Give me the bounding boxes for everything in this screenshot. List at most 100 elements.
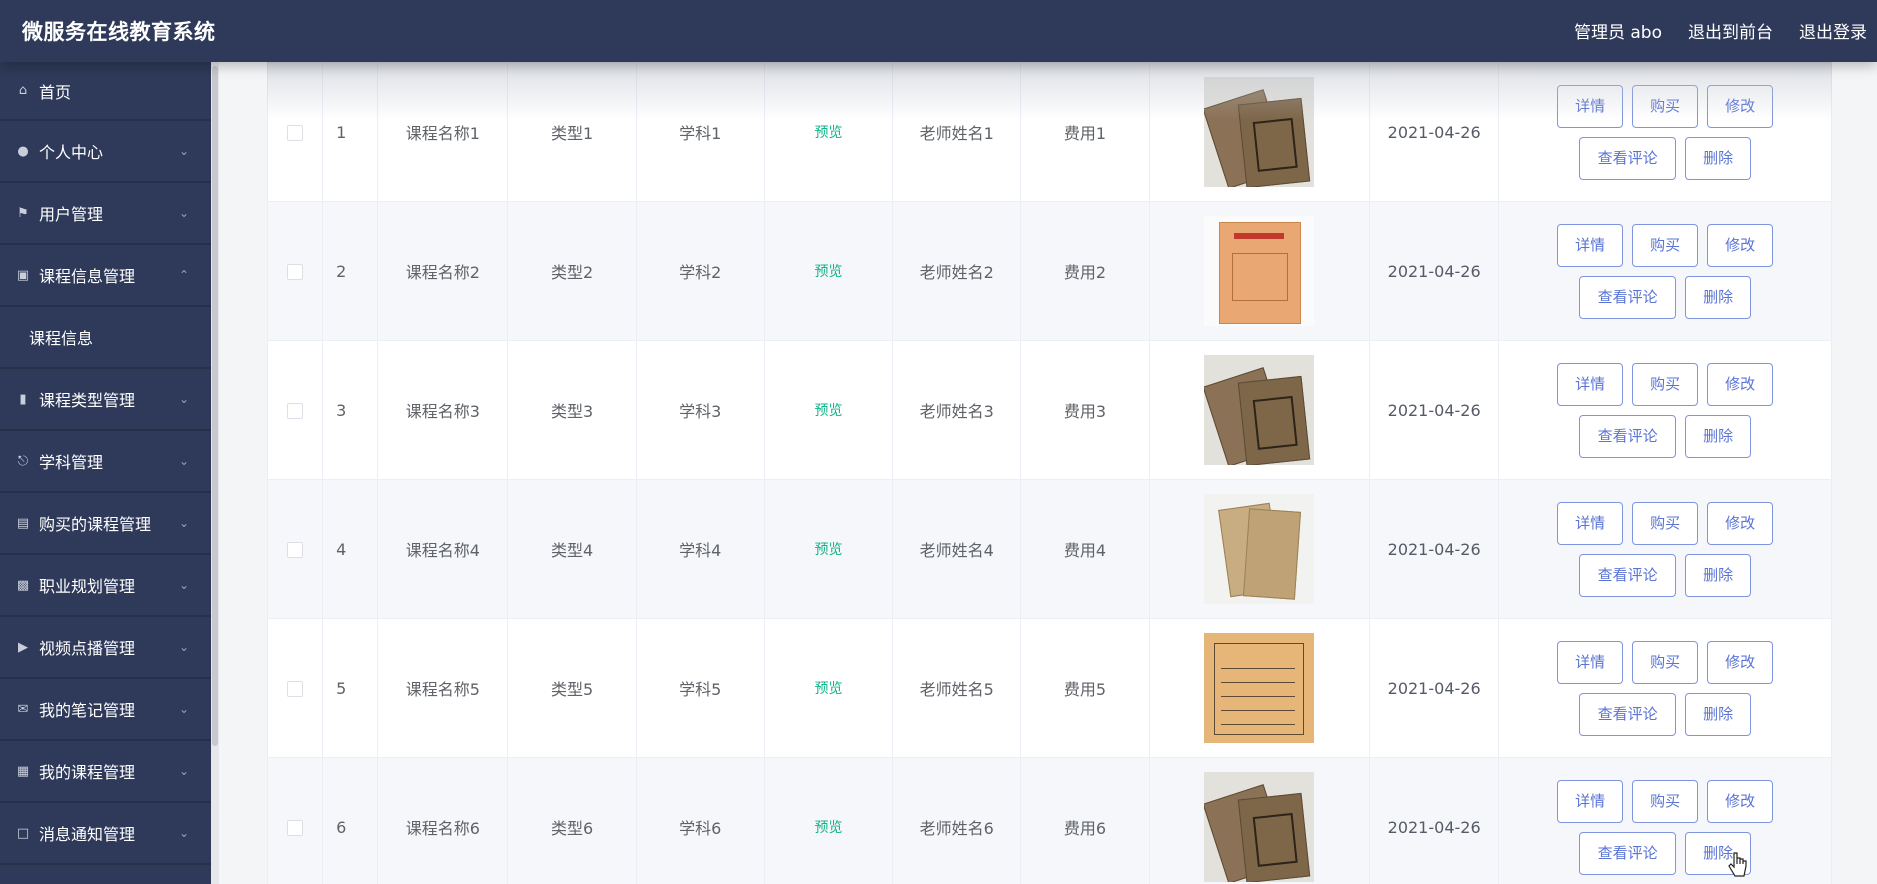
top-actions: 管理员 abo 退出到前台 退出登录: [1574, 18, 1867, 43]
cover-cell: [1148, 340, 1371, 480]
edit-button[interactable]: 修改: [1707, 362, 1774, 406]
date-cell: 2021-04-26: [1369, 757, 1500, 884]
edit-button[interactable]: 修改: [1707, 779, 1774, 823]
goto-frontend-link[interactable]: 退出到前台: [1688, 18, 1773, 43]
operations-cell: 详情 购买 修改 查看评论 删除: [1498, 618, 1832, 758]
view-comments-button[interactable]: 查看评论: [1579, 553, 1677, 597]
row-checkbox[interactable]: [287, 542, 304, 558]
video-icon: ▶: [18, 639, 28, 655]
edit-button[interactable]: 修改: [1707, 223, 1774, 267]
home-icon: ⌂: [18, 83, 28, 98]
delete-button[interactable]: 删除: [1685, 414, 1752, 458]
buy-button[interactable]: 购买: [1632, 223, 1699, 267]
sidebar-scrollbar-thumb[interactable]: [212, 66, 218, 746]
view-comments-button[interactable]: 查看评论: [1579, 136, 1677, 180]
logout-link[interactable]: 退出登录: [1799, 18, 1867, 43]
cover-cell: [1148, 757, 1371, 884]
app-title: 微服务在线教育系统: [22, 20, 216, 44]
preview-link[interactable]: 预览: [815, 264, 843, 280]
detail-button[interactable]: 详情: [1557, 223, 1624, 267]
preview-cell: 预览: [763, 62, 894, 202]
preview-link[interactable]: 预览: [815, 542, 843, 558]
subject-cell: 学科6: [635, 757, 765, 884]
operations-cell: 详情 购买 修改 查看评论 删除: [1498, 479, 1832, 619]
sidebar-item-my-course-management[interactable]: ▦ 我的课程管理 ⌄: [0, 741, 211, 803]
buy-button[interactable]: 购买: [1632, 640, 1699, 684]
buy-button[interactable]: 购买: [1632, 779, 1699, 823]
course-table-container: 1 课程名称1 类型1 学科1 预览 老师姓名1 费用1 2021-04-26 详情 购买 修改 查看…: [267, 62, 1832, 884]
delete-button[interactable]: 删除: [1685, 553, 1752, 597]
chevron-down-icon: ⌄: [178, 826, 189, 840]
sidebar-item-video-on-demand-management[interactable]: ▶ 视频点播管理 ⌄: [0, 617, 211, 679]
fee-cell: 费用3: [1020, 340, 1150, 480]
admin-user-label: 管理员 abo: [1573, 23, 1662, 43]
chevron-down-icon: ⌄: [178, 392, 189, 406]
edit-button[interactable]: 修改: [1707, 501, 1774, 545]
row-checkbox[interactable]: [287, 681, 304, 697]
sidebar-item-personal-center[interactable]: ● 个人中心 ⌄: [0, 121, 211, 183]
preview-link[interactable]: 预览: [815, 403, 843, 419]
detail-button[interactable]: 详情: [1557, 362, 1624, 406]
delete-button[interactable]: 删除: [1685, 692, 1752, 736]
view-comments-button[interactable]: 查看评论: [1579, 692, 1677, 736]
sidebar-item-user-management[interactable]: ⚑ 用户管理 ⌄: [0, 183, 211, 245]
sidebar-item-label: 学科管理: [39, 453, 104, 472]
chevron-down-icon: ⌄: [178, 640, 189, 654]
sidebar-item-course-info-management[interactable]: ▣ 课程信息管理 ⌃: [0, 245, 211, 307]
view-comments-button[interactable]: 查看评论: [1579, 275, 1677, 319]
row-select-cell: [267, 479, 324, 619]
briefcase-icon: ▣: [16, 267, 30, 283]
row-select-cell: [267, 340, 324, 480]
fee-cell: 费用4: [1020, 479, 1150, 619]
view-comments-button[interactable]: 查看评论: [1579, 831, 1677, 875]
flag-icon: ⚑: [17, 205, 29, 221]
chevron-down-icon: ⌄: [178, 144, 189, 158]
row-checkbox[interactable]: [287, 125, 304, 141]
delete-button[interactable]: 删除: [1685, 136, 1752, 180]
row-checkbox[interactable]: [287, 820, 304, 836]
buy-button[interactable]: 购买: [1632, 84, 1699, 128]
monitor-icon: ▩: [16, 577, 30, 593]
preview-link[interactable]: 预览: [815, 681, 843, 697]
top-bar: 微服务在线教育系统 管理员 abo 退出到前台 退出登录: [0, 0, 1877, 62]
row-checkbox[interactable]: [287, 403, 304, 419]
delete-button[interactable]: 删除: [1685, 275, 1752, 319]
edit-button[interactable]: 修改: [1707, 84, 1774, 128]
sidebar-item-home[interactable]: ⌂ 首页: [0, 62, 211, 121]
date-cell: 2021-04-26: [1369, 62, 1500, 202]
fee-cell: 费用2: [1020, 201, 1150, 341]
buy-button[interactable]: 购买: [1632, 501, 1699, 545]
detail-button[interactable]: 详情: [1557, 501, 1624, 545]
table-row: 4 课程名称4 类型4 学科4 预览 老师姓名4 费用4 2021-04-26 详情 购买 修改 查看…: [267, 479, 1832, 619]
bar-chart-icon: ▮: [19, 391, 27, 407]
sidebar-item-my-notes-management[interactable]: ✉ 我的笔记管理 ⌄: [0, 679, 211, 741]
sidebar-item-career-planning-management[interactable]: ▩ 职业规划管理 ⌄: [0, 555, 211, 617]
sidebar-item-subject-management[interactable]: ⎋ 学科管理 ⌄: [0, 431, 211, 493]
date-cell: 2021-04-26: [1369, 340, 1500, 480]
detail-button[interactable]: 详情: [1557, 84, 1624, 128]
teacher-name-cell: 老师姓名3: [892, 340, 1022, 480]
course-type-cell: 类型6: [507, 757, 637, 884]
sidebar-item-course-type-management[interactable]: ▮ 课程类型管理 ⌄: [0, 369, 211, 431]
sidebar-subitem-course-info[interactable]: 课程信息: [0, 307, 211, 369]
course-type-cell: 类型3: [507, 340, 637, 480]
preview-link[interactable]: 预览: [815, 125, 843, 141]
detail-button[interactable]: 详情: [1557, 779, 1624, 823]
buy-button[interactable]: 购买: [1632, 362, 1699, 406]
view-comments-button[interactable]: 查看评论: [1579, 414, 1677, 458]
course-name-cell: 课程名称5: [377, 618, 509, 758]
sidebar-scrollbar[interactable]: [211, 62, 219, 884]
sidebar-item-purchased-course-management[interactable]: ▤ 购买的课程管理 ⌄: [0, 493, 211, 555]
operations-cell: 详情 购买 修改 查看评论 删除: [1498, 201, 1832, 341]
course-cover-image: [1204, 355, 1315, 465]
cover-cell: [1148, 62, 1371, 202]
chevron-down-icon: ⌄: [178, 516, 189, 530]
row-index: 5: [322, 618, 379, 758]
row-checkbox[interactable]: [287, 264, 304, 280]
edit-button[interactable]: 修改: [1707, 640, 1774, 684]
course-cover-image: [1204, 77, 1315, 187]
preview-cell: 预览: [763, 618, 894, 758]
preview-link[interactable]: 预览: [815, 820, 843, 836]
detail-button[interactable]: 详情: [1557, 640, 1624, 684]
sidebar-item-message-notification-management[interactable]: □ 消息通知管理 ⌄: [0, 803, 211, 865]
